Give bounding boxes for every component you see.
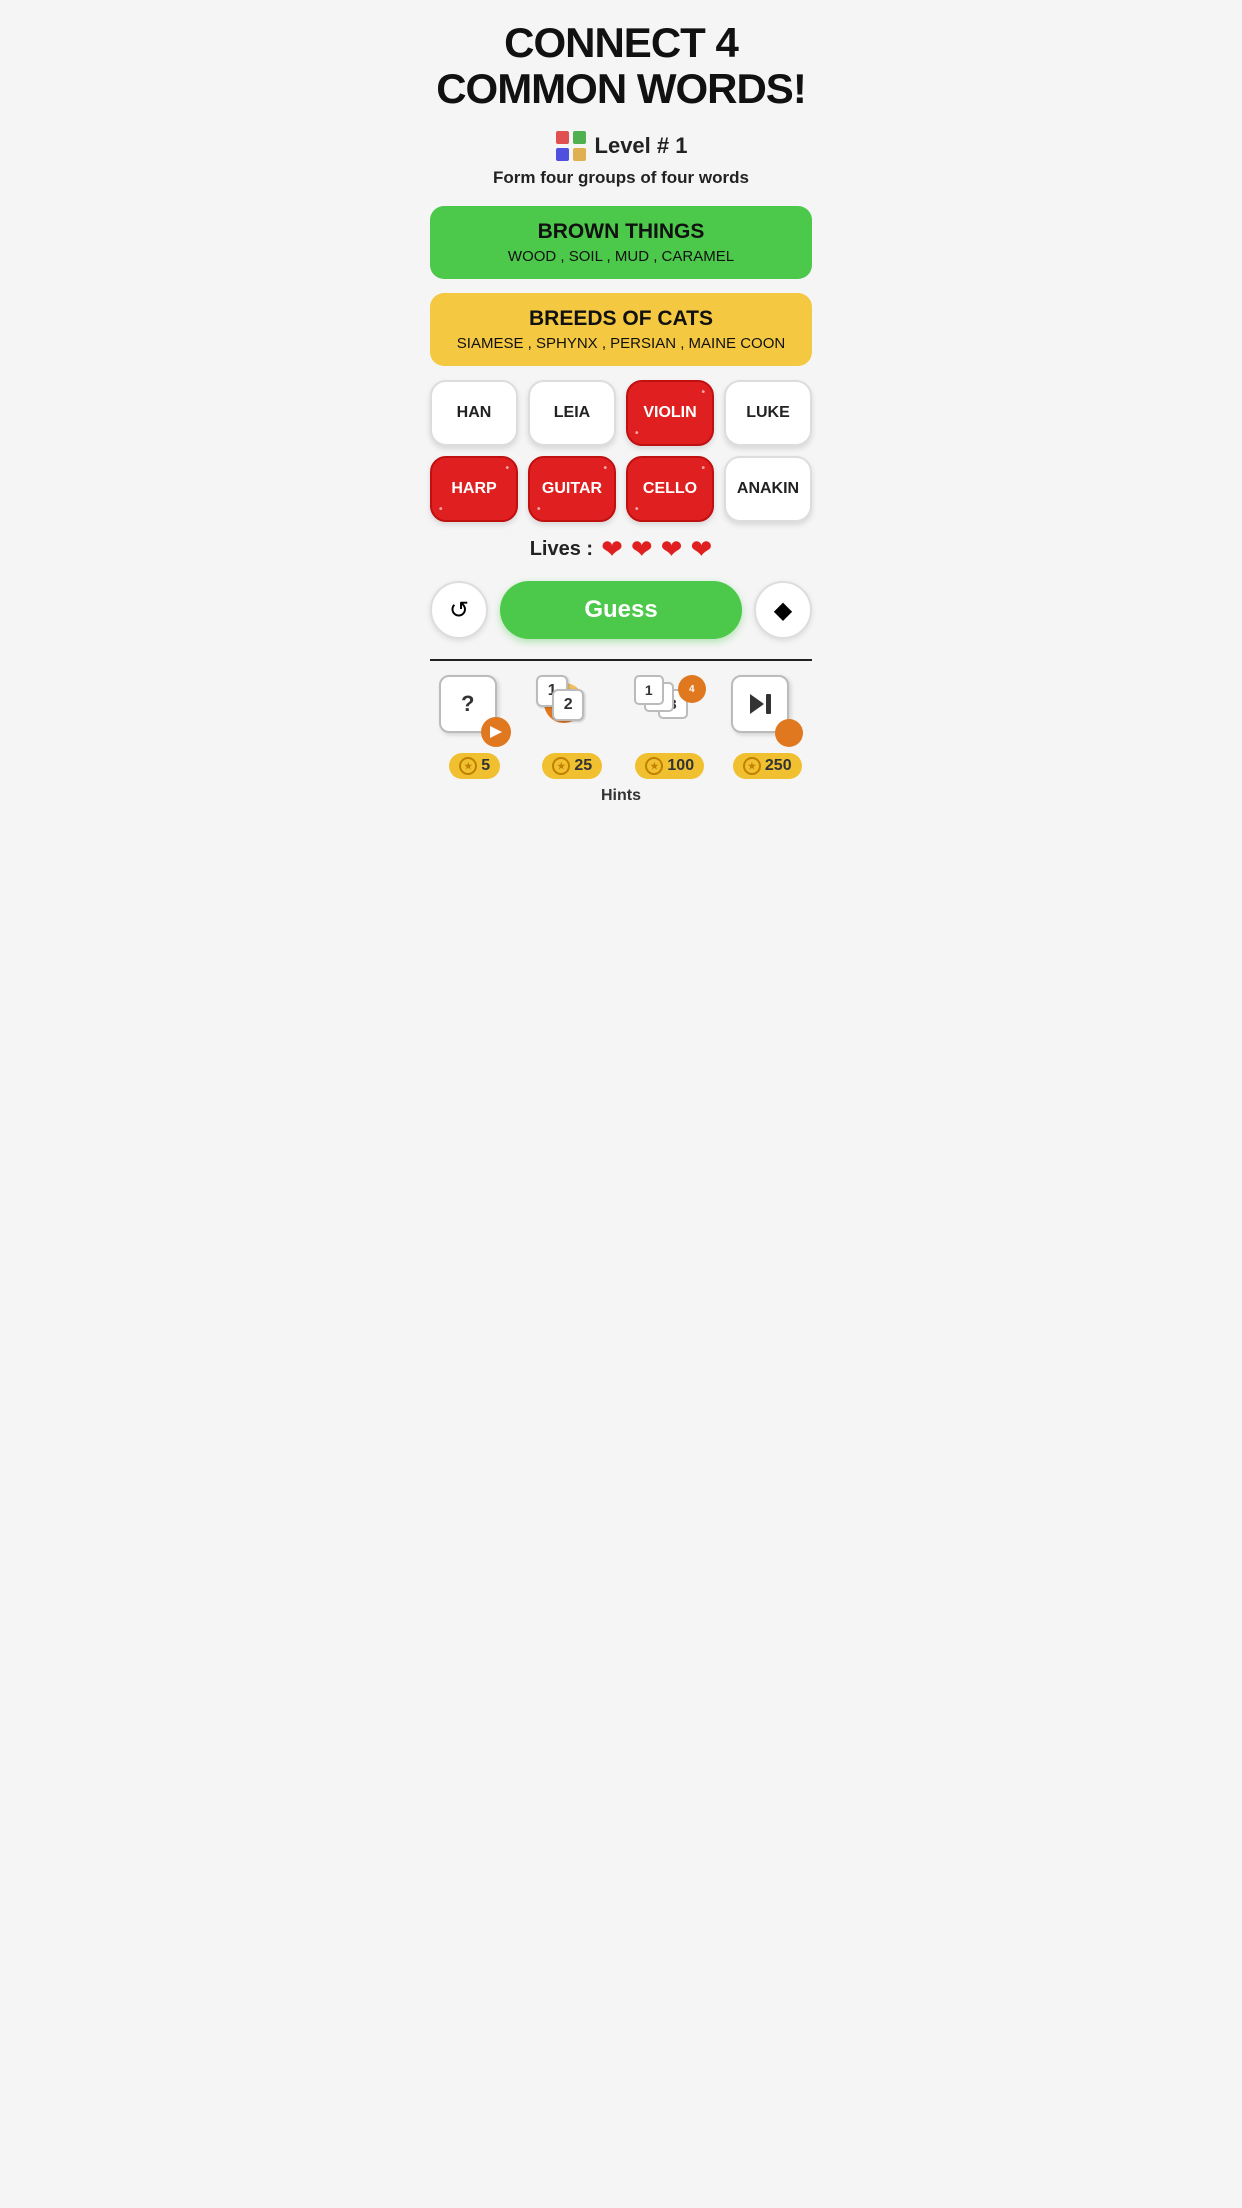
guess-button[interactable]: Guess bbox=[500, 581, 742, 639]
tile-anakin[interactable]: ANAKIN bbox=[724, 456, 812, 522]
skip-icon bbox=[746, 690, 774, 718]
shuffle-button[interactable]: ↺ bbox=[430, 581, 488, 639]
hint-multi-badge: 4 bbox=[678, 675, 706, 703]
heart-4: ❤ bbox=[690, 534, 712, 565]
tile-han[interactable]: HAN bbox=[430, 380, 518, 446]
word-grid: HAN LEIA VIOLIN LUKE HARP GUITAR CELLO A… bbox=[430, 380, 812, 522]
category-cats: BREEDS OF CATS SIAMESE , SPHYNX , PERSIA… bbox=[430, 293, 812, 366]
heart-1: ❤ bbox=[601, 534, 623, 565]
eraser-icon: ◆ bbox=[774, 596, 792, 625]
hints-grid: ? ★ 5 1 2 bbox=[430, 661, 812, 787]
tile-guitar[interactable]: GUITAR bbox=[528, 456, 616, 522]
coin-icon-2: ★ bbox=[552, 757, 570, 775]
category-brown-words: WOOD , SOIL , MUD , CARAMEL bbox=[446, 248, 796, 265]
tile-luke[interactable]: LUKE bbox=[724, 380, 812, 446]
hints-label: Hints bbox=[430, 787, 812, 813]
tile-leia[interactable]: LEIA bbox=[528, 380, 616, 446]
hint-multi[interactable]: 3 2 1 4 ★ 100 bbox=[625, 675, 715, 779]
lives-label: Lives : bbox=[530, 538, 593, 561]
tile-harp[interactable]: HARP bbox=[430, 456, 518, 522]
hint-skip-badge bbox=[775, 719, 803, 747]
subtitle: Form four groups of four words bbox=[493, 168, 749, 188]
heart-2: ❤ bbox=[631, 534, 653, 565]
level-text: Level # 1 bbox=[595, 133, 688, 159]
hint-reveal-cost: ★ 5 bbox=[449, 753, 500, 779]
hints-section: ? ★ 5 1 2 bbox=[430, 659, 812, 813]
category-cats-words: SIAMESE , SPHYNX , PERSIAN , MAINE COON bbox=[446, 335, 796, 352]
hint-shuffle[interactable]: 1 2 ★ 25 bbox=[528, 675, 618, 779]
hint-skip[interactable]: ★ 250 bbox=[723, 675, 813, 779]
app-title: CONNECT 4 COMMON WORDS! bbox=[436, 20, 806, 112]
level-row: Level # 1 bbox=[555, 130, 688, 162]
deselect-button[interactable]: ◆ bbox=[754, 581, 812, 639]
hint-skip-cost: ★ 250 bbox=[733, 753, 802, 779]
coin-icon-1: ★ bbox=[459, 757, 477, 775]
action-row: ↺ Guess ◆ bbox=[430, 581, 812, 639]
tile-violin[interactable]: VIOLIN bbox=[626, 380, 714, 446]
shuffle-icon: ↺ bbox=[449, 596, 469, 625]
heart-3: ❤ bbox=[661, 534, 683, 565]
hint-shuffle-card2: 2 bbox=[552, 689, 584, 721]
hint-reveal-badge bbox=[481, 717, 511, 747]
coin-icon-3: ★ bbox=[645, 757, 663, 775]
hint-shuffle-cost: ★ 25 bbox=[542, 753, 602, 779]
lives-row: Lives : ❤ ❤ ❤ ❤ bbox=[530, 534, 713, 565]
category-brown-title: BROWN THINGS bbox=[446, 220, 796, 244]
category-brown: BROWN THINGS WOOD , SOIL , MUD , CARAMEL bbox=[430, 206, 812, 279]
tile-cello[interactable]: CELLO bbox=[626, 456, 714, 522]
hint-multi-card1: 1 bbox=[634, 675, 664, 705]
level-grid-icon bbox=[555, 130, 587, 162]
category-cats-title: BREEDS OF CATS bbox=[446, 307, 796, 331]
hint-multi-cost: ★ 100 bbox=[635, 753, 704, 779]
hint-reveal[interactable]: ? ★ 5 bbox=[430, 675, 520, 779]
coin-icon-4: ★ bbox=[743, 757, 761, 775]
